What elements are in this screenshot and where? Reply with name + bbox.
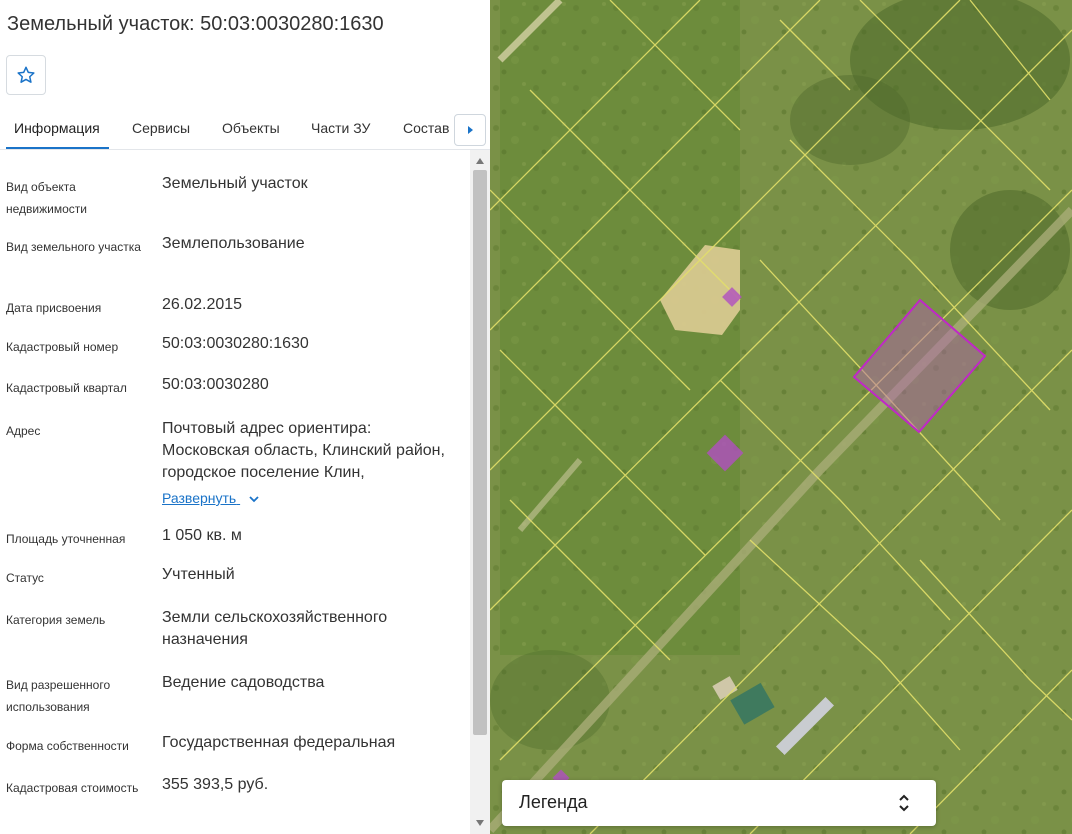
- info-label: Адрес: [6, 424, 41, 438]
- satellite-map[interactable]: [490, 0, 1072, 834]
- info-label: Вид разрешенного использования: [6, 678, 111, 714]
- info-label: Вид земельного участка: [6, 240, 141, 254]
- info-value: 355 393,5 руб.: [162, 776, 269, 793]
- tab-bar: Информация Сервисы Объекты Части ЗУ Сост…: [0, 108, 490, 150]
- info-value: Земли сельскохозяйственного назначения: [162, 609, 388, 648]
- tab-info[interactable]: Информация: [14, 120, 100, 136]
- info-value: Земельный участок: [162, 175, 308, 192]
- info-label: Площадь уточненная: [6, 532, 126, 546]
- star-outline-icon: [17, 66, 35, 83]
- info-label: Статус: [6, 571, 44, 585]
- scrollbar-thumb[interactable]: [473, 170, 487, 735]
- info-value: 50:03:0030280: [162, 376, 269, 393]
- triangle-up-icon: [476, 158, 484, 164]
- info-value: 50:03:0030280:1630: [162, 335, 309, 352]
- info-label: Форма собственности: [6, 739, 129, 753]
- info-value: 1 050 кв. м: [162, 527, 242, 544]
- map-tree-cluster: [490, 650, 610, 750]
- expand-label: Развернуть: [162, 490, 237, 506]
- active-tab-indicator: [6, 147, 109, 149]
- tab-services[interactable]: Сервисы: [132, 120, 190, 136]
- info-list: Вид объекта недвижимости Земельный участ…: [0, 150, 470, 834]
- page-title: Земельный участок: 50:03:0030280:1630: [7, 13, 384, 35]
- info-label: Категория земель: [6, 613, 106, 627]
- triangle-down-icon: [476, 820, 484, 826]
- info-label: Дата присвоения: [6, 301, 102, 315]
- scroll-down-button[interactable]: [470, 814, 490, 832]
- info-value: Почтовый адрес ориентира: Московская обл…: [162, 420, 445, 481]
- info-value: Учтенный: [162, 566, 235, 583]
- chevron-down-icon: [249, 496, 259, 503]
- info-label: Кадастровая стоимость: [6, 781, 139, 795]
- info-label: Кадастровый квартал: [6, 381, 127, 395]
- scroll-up-button[interactable]: [470, 152, 490, 170]
- legend-label: Легенда: [519, 792, 588, 812]
- info-scrollbar[interactable]: [470, 150, 490, 834]
- map-tree-cluster: [950, 190, 1070, 310]
- info-value: 26.02.2015: [162, 296, 243, 313]
- tabs-scroll-right-button[interactable]: [454, 114, 486, 146]
- info-panel: Земельный участок: 50:03:0030280:1630 Ин…: [0, 0, 490, 834]
- expand-address-link[interactable]: Развернуть: [162, 490, 260, 506]
- info-value: Землепользование: [162, 235, 305, 252]
- info-value: Ведение садоводства: [162, 674, 325, 691]
- favorite-button[interactable]: [6, 55, 46, 95]
- chevron-up-down-icon: [899, 794, 909, 812]
- caret-right-icon: [468, 126, 473, 134]
- info-label: Кадастровый номер: [6, 340, 119, 354]
- info-value: Государственная федеральная: [162, 734, 396, 751]
- tab-objects[interactable]: Объекты: [222, 120, 280, 136]
- map-view[interactable]: [490, 0, 1072, 834]
- legend-button[interactable]: Легенда: [502, 780, 936, 826]
- info-label: Вид объекта недвижимости: [6, 180, 87, 216]
- tab-parts[interactable]: Части ЗУ: [311, 120, 370, 136]
- tab-composition[interactable]: Состав: [403, 120, 449, 136]
